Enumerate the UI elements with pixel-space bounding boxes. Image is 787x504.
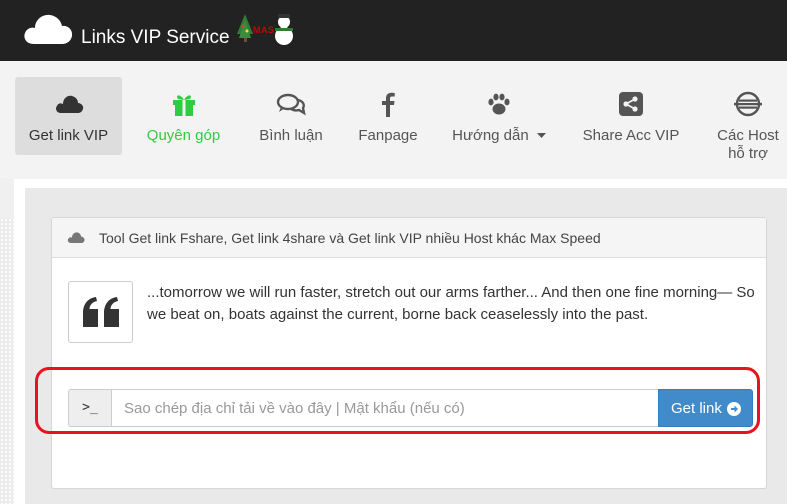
main-nav: Get link VIP Quyên góp Bình luận Fanpage: [0, 61, 787, 179]
cloud-icon: [55, 95, 83, 113]
facebook-icon: [382, 92, 395, 117]
nav-item-quyen-gop[interactable]: Quyên góp: [136, 77, 231, 155]
nav-item-cac-host-ho-tro[interactable]: Các Host hỗ trợ: [705, 77, 787, 162]
dotted-background: [0, 218, 14, 504]
nav-item-label: Hướng dẫn: [452, 127, 529, 144]
cloud-icon: [67, 232, 85, 243]
server-list-icon: [734, 91, 762, 117]
nav-item-get-link-vip[interactable]: Get link VIP: [15, 77, 122, 155]
nav-item-label: Fanpage: [358, 127, 418, 144]
quote-left-icon: [83, 297, 119, 327]
paw-icon: [488, 93, 510, 115]
panel-heading: Tool Get link Fshare, Get link 4share và…: [52, 218, 766, 258]
share-icon: [619, 92, 643, 116]
nav-item-label: Bình luận: [259, 127, 323, 144]
nav-item-label-row: Hướng dẫn: [440, 127, 558, 145]
content-wrapper: Tool Get link Fshare, Get link 4share và…: [14, 179, 787, 504]
nav-item-label: Các Host: [717, 127, 779, 144]
quote-icon-box: [68, 281, 133, 343]
caret-down-icon: [536, 133, 546, 139]
gift-icon: [172, 95, 195, 116]
cloud-logo-icon[interactable]: [22, 10, 74, 46]
nav-item-fanpage[interactable]: Fanpage: [350, 77, 426, 155]
quote-text: ...tomorrow we will run faster, stretch …: [147, 284, 755, 323]
nav-item-binh-luan[interactable]: Bình luận: [246, 77, 336, 155]
nav-item-huong-dan-dropdown[interactable]: Hướng dẫn: [440, 77, 558, 155]
nav-item-label: Share Acc VIP: [582, 127, 680, 144]
panel-title: Tool Get link Fshare, Get link 4share và…: [99, 230, 601, 246]
nav-item-share-acc-vip[interactable]: Share Acc VIP: [572, 77, 690, 155]
nav-item-label: Quyên góp: [146, 127, 221, 144]
top-bar: Links VIP Service MAS: [0, 0, 787, 61]
xmas-label: MAS: [253, 25, 275, 35]
brand-title[interactable]: Links VIP Service: [81, 27, 230, 49]
highlight-outline: [35, 367, 760, 434]
content-inner: Tool Get link Fshare, Get link 4share và…: [25, 188, 787, 504]
nav-item-label-line2: hỗ trợ: [728, 145, 768, 162]
nav-item-label: Get link VIP: [28, 127, 109, 144]
comments-icon: [276, 93, 306, 116]
tool-panel: Tool Get link Fshare, Get link 4share và…: [51, 217, 767, 489]
